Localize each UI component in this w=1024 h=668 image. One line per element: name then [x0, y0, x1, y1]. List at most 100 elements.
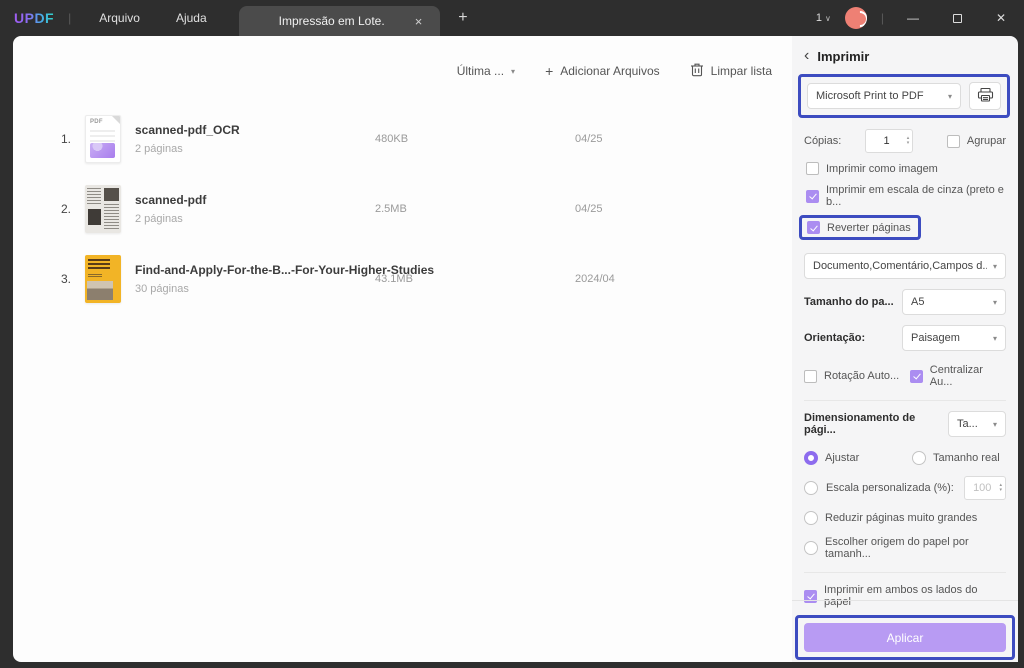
- fit-radio[interactable]: Ajustar: [804, 451, 912, 465]
- file-name: scanned-pdf_OCR: [135, 123, 240, 137]
- caret-down-icon: ▾: [992, 333, 997, 343]
- chevron-down-icon: ∨: [825, 13, 831, 23]
- avatar[interactable]: [844, 7, 867, 29]
- file-pages: 2 páginas: [135, 213, 183, 225]
- file-pages: 2 páginas: [135, 143, 183, 155]
- paper-size-select[interactable]: A5 ▾: [902, 289, 1006, 315]
- file-list: 1. PDF scanned-pdf_OCR 2 páginas 480KB 0…: [13, 104, 792, 314]
- caret-down-icon[interactable]: ▾: [999, 488, 1002, 493]
- checkbox-icon: [946, 134, 960, 148]
- file-name: scanned-pdf: [135, 193, 207, 207]
- print-content-select[interactable]: Documento,Comentário,Campos d... ▾: [804, 253, 1006, 279]
- menu-separator: |: [68, 11, 72, 25]
- file-index: 3.: [60, 272, 71, 286]
- list-toolbar: Última ... ▾ + Adicionar Arquivos Limpar…: [457, 62, 772, 80]
- stepper-arrows[interactable]: ▴ ▾: [999, 483, 1005, 493]
- file-row[interactable]: 1. PDF scanned-pdf_OCR 2 páginas 480KB 0…: [13, 104, 792, 174]
- stepper-arrows[interactable]: ▴ ▾: [907, 136, 913, 146]
- minimize-button[interactable]: —: [898, 5, 928, 31]
- printer-icon: [977, 87, 994, 106]
- titlebar: UPDF | Arquivo Ajuda Impressão em Lote. …: [0, 0, 1024, 36]
- file-pages: 30 páginas: [135, 283, 189, 295]
- print-settings-panel: ‹ Imprimir Microsoft Print to PDF ▾ Cópi…: [792, 36, 1018, 662]
- sort-dropdown[interactable]: Última ... ▾: [457, 64, 515, 78]
- add-files-button[interactable]: + Adicionar Arquivos: [545, 63, 660, 79]
- caret-down-icon: ▾: [992, 297, 997, 307]
- titlebar-divider: |: [880, 11, 884, 25]
- radio-icon: [804, 541, 818, 555]
- clear-list-button[interactable]: Limpar lista: [690, 62, 772, 80]
- custom-scale-stepper[interactable]: 100 ▴ ▾: [964, 476, 1006, 500]
- radio-icon: [912, 451, 926, 465]
- book-cover-thumbnail: [85, 255, 121, 303]
- checkbox-icon: [806, 162, 819, 175]
- file-row[interactable]: 2. scanned-pdf 2 páginas 2.5MB 04/25: [13, 174, 792, 244]
- actual-size-radio[interactable]: Tamanho real: [912, 451, 1000, 465]
- page-fold: [112, 116, 120, 124]
- caret-down-icon: ▾: [992, 419, 997, 429]
- orientation-label: Orientação:: [804, 332, 866, 344]
- radio-icon: [804, 511, 818, 525]
- new-tab-icon[interactable]: +: [458, 9, 467, 27]
- back-chevron-icon[interactable]: ‹: [804, 48, 809, 64]
- paper-size-label: Tamanho do pa...: [804, 296, 894, 308]
- maximize-button[interactable]: [942, 5, 972, 31]
- checkbox-checked-icon: [807, 221, 820, 234]
- file-name: Find-and-Apply-For-the-B...-For-Your-Hig…: [135, 263, 435, 277]
- caret-down-icon: ▾: [992, 261, 997, 271]
- maximize-icon: [952, 13, 962, 23]
- print-as-image-checkbox[interactable]: Imprimir como imagem: [806, 162, 1006, 175]
- window-count-dropdown[interactable]: 1 ∨: [816, 12, 831, 24]
- apply-button[interactable]: Aplicar: [804, 623, 1006, 652]
- file-size: 43.1MB: [375, 273, 413, 285]
- file-row[interactable]: 3. Find-and-Apply-For-the-B...-For-Your-…: [13, 244, 792, 314]
- radio-icon: [804, 481, 818, 495]
- printer-select[interactable]: Microsoft Print to PDF ▾: [807, 83, 961, 109]
- checkbox-icon: [804, 369, 817, 383]
- file-date: 04/25: [575, 203, 603, 215]
- panel-title: Imprimir: [817, 48, 870, 64]
- close-button[interactable]: ✕: [986, 5, 1016, 31]
- scanned-doc-thumbnail: [85, 185, 121, 233]
- file-index: 2.: [60, 202, 71, 216]
- page-sizing-label: Dimensionamento de pági...: [804, 412, 916, 436]
- caret-down-icon[interactable]: ▾: [907, 141, 910, 146]
- pdf-thumbnail: PDF: [85, 115, 121, 163]
- printer-highlight-box: Microsoft Print to PDF ▾: [798, 74, 1010, 118]
- auto-rotate-checkbox[interactable]: Rotação Auto...: [804, 369, 910, 383]
- menu-arquivo[interactable]: Arquivo: [81, 5, 158, 31]
- file-list-area: Última ... ▾ + Adicionar Arquivos Limpar…: [13, 36, 792, 662]
- menu-ajuda[interactable]: Ajuda: [158, 5, 225, 31]
- plus-icon: +: [545, 63, 554, 79]
- apply-highlight-box: Aplicar: [795, 615, 1015, 660]
- auto-center-checkbox[interactable]: Centralizar Au...: [909, 364, 1006, 388]
- shrink-large-radio[interactable]: Reduzir páginas muito grandes: [804, 511, 1006, 525]
- collate-checkbox[interactable]: Agrupar: [946, 134, 1006, 148]
- grayscale-checkbox[interactable]: Imprimir em escala de cinza (preto e b..…: [806, 184, 1006, 208]
- file-size: 480KB: [375, 133, 409, 145]
- copies-label: Cópias:: [804, 135, 842, 147]
- copies-stepper[interactable]: 1 ▴ ▾: [865, 129, 914, 153]
- file-size: 2.5MB: [375, 203, 407, 215]
- printer-properties-button[interactable]: [969, 82, 1001, 110]
- checkbox-checked-icon: [806, 189, 819, 203]
- custom-scale-row: Escala personalizada (%): 100 ▴ ▾: [804, 476, 1006, 500]
- divider: [804, 572, 1006, 573]
- caret-down-icon: ▾: [947, 91, 952, 101]
- orientation-select[interactable]: Paisagem ▾: [902, 325, 1006, 351]
- tab-close-icon[interactable]: ×: [411, 14, 427, 29]
- file-date: 04/25: [575, 133, 603, 145]
- file-index: 1.: [60, 132, 71, 146]
- file-date: 2024/04: [575, 273, 615, 285]
- tab-batch-print[interactable]: Impressão em Lote. ×: [238, 6, 441, 36]
- custom-scale-radio[interactable]: Escala personalizada (%):: [804, 481, 954, 495]
- app-window: UPDF | Arquivo Ajuda Impressão em Lote. …: [0, 0, 1024, 668]
- checkbox-checked-icon: [909, 369, 923, 383]
- trash-icon: [690, 62, 704, 80]
- divider: [804, 400, 1006, 401]
- paper-source-radio[interactable]: Escolher origem do papel por tamanh...: [804, 536, 1006, 560]
- page-sizing-select[interactable]: Ta... ▾: [948, 411, 1006, 437]
- caret-down-icon: ▾: [511, 66, 516, 76]
- reverse-pages-checkbox[interactable]: Reverter páginas: [799, 215, 921, 240]
- radio-selected-icon: [804, 451, 818, 465]
